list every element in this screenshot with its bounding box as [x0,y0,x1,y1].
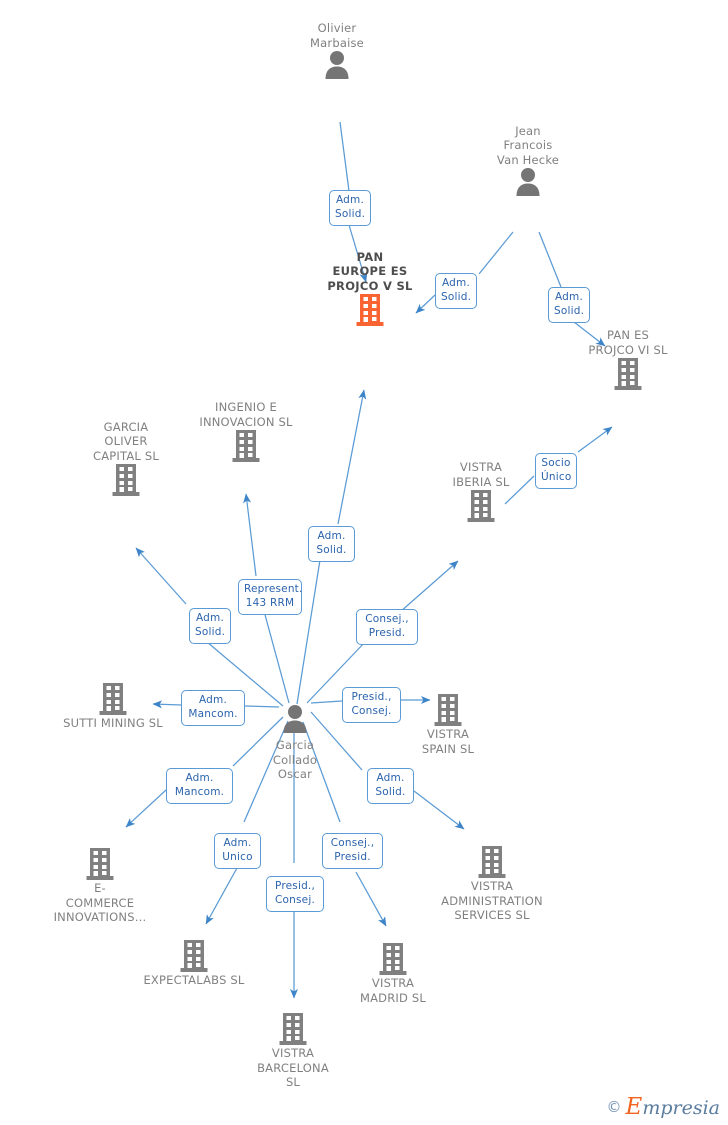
person-icon [458,167,598,201]
node-pan_europe_v[interactable]: PAN EUROPE ES PROJCO V SL [300,250,440,330]
building-icon [558,357,698,391]
node-label: INGENIO E INNOVACION SL [199,400,293,429]
node-label: Jean Francois Van Hecke [496,123,560,167]
edge-label-e9[interactable]: Adm. Mancom. [181,690,245,726]
edge-label-e4[interactable]: Socio Único [535,453,577,489]
building-icon [56,463,196,497]
node-ecommerce[interactable]: E- COMMERCE INNOVATIONS… [30,845,170,925]
edge-label-e13[interactable]: Presid., Consej. [266,876,324,912]
node-label: VISTRA ADMINISTRATION SERVICES SL [441,879,543,922]
building-icon [223,1012,363,1046]
node-label: EXPECTALABS SL [143,973,245,987]
building-icon [300,293,440,327]
edge-label-e14[interactable]: Consej., Presid. [322,833,383,869]
edge-label-e6[interactable]: Adm. Solid. [189,608,231,644]
node-label: PAN EUROPE ES PROJCO V SL [327,249,413,293]
diagram-canvas: Olivier Marbaise Jean Francois Van Hecke P… [0,0,728,1125]
empresia-logo: © Empresia [607,1096,720,1119]
edge-e11-seg1 [125,789,167,828]
node-label: GARCIA OLIVER CAPITAL SL [93,419,159,463]
edge-e6-seg1 [135,547,187,605]
edge-e1-seg0 [339,121,350,192]
node-ingenio[interactable]: INGENIO E INNOVACION SL [176,400,316,465]
brand-rest: mpresia [642,1097,720,1119]
node-label: E- COMMERCE INNOVATIONS… [53,881,147,924]
node-label: SUTTI MINING SL [63,716,163,730]
copyright-icon: © [606,1098,622,1116]
building-icon [422,845,562,879]
edge-label-e1[interactable]: Adm. Solid. [329,190,371,226]
building-icon [30,847,170,881]
node-label: PAN ES PROJCO VI SL [588,328,668,357]
edge-e7-seg0 [263,610,290,704]
edge-e4-seg1 [577,426,613,453]
node-olivier[interactable]: Olivier Marbaise [267,21,407,86]
node-label: Garcia Collado Oscar [272,738,318,781]
node-label: VISTRA BARCELONA SL [257,1046,329,1089]
node-label: VISTRA SPAIN SL [421,727,475,756]
edge-e8-seg1 [399,560,459,613]
node-label: Olivier Marbaise [310,21,364,50]
building-icon [323,942,463,976]
edge-label-e7[interactable]: Represent. 143 RRM [238,579,302,615]
edge-label-e2[interactable]: Adm. Solid. [435,273,477,309]
edge-label-e15[interactable]: Adm. Solid. [367,768,414,804]
node-garcia_oliver[interactable]: GARCIA OLIVER CAPITAL SL [56,420,196,500]
edge-e12-seg1 [205,867,238,925]
node-vistra_madrid[interactable]: VISTRA MADRID SL [323,940,463,1005]
building-icon [124,939,264,973]
edge-label-e8[interactable]: Consej., Presid. [356,609,418,645]
node-expectalabs[interactable]: EXPECTALABS SL [124,937,264,988]
node-jean[interactable]: Jean Francois Van Hecke [458,124,598,204]
edge-label-e5[interactable]: Adm. Solid. [308,526,355,562]
edge-e14-seg1 [355,871,387,927]
person-icon [267,50,407,84]
node-vistra_bcn[interactable]: VISTRA BARCELONA SL [223,1010,363,1090]
edge-e2-seg0 [478,231,514,275]
node-label: VISTRA IBERIA SL [452,460,510,489]
edge-e15-seg1 [413,790,465,830]
node-vistra_admin[interactable]: VISTRA ADMINISTRATION SERVICES SL [422,843,562,923]
node-vistra_iberia[interactable]: VISTRA IBERIA SL [411,460,551,525]
edge-label-e3[interactable]: Adm. Solid. [548,287,590,323]
edge-label-e11[interactable]: Adm. Mancom. [166,768,233,804]
edge-label-e10[interactable]: Presid., Consej. [342,687,401,723]
edge-e7-seg1 [243,493,257,577]
building-icon [176,429,316,463]
edge-e5-seg1 [337,389,367,525]
edge-e3-seg0 [538,231,562,288]
edge-label-e12[interactable]: Adm. Unico [214,833,261,869]
building-icon [411,489,551,523]
brand-initial: E [625,1094,643,1120]
node-pan_es_vi[interactable]: PAN ES PROJCO VI SL [558,328,698,393]
node-label: VISTRA MADRID SL [359,976,427,1005]
brand-wordmark: Empresia [626,1096,720,1119]
building-icon [43,682,183,716]
node-sutti[interactable]: SUTTI MINING SL [43,680,183,731]
